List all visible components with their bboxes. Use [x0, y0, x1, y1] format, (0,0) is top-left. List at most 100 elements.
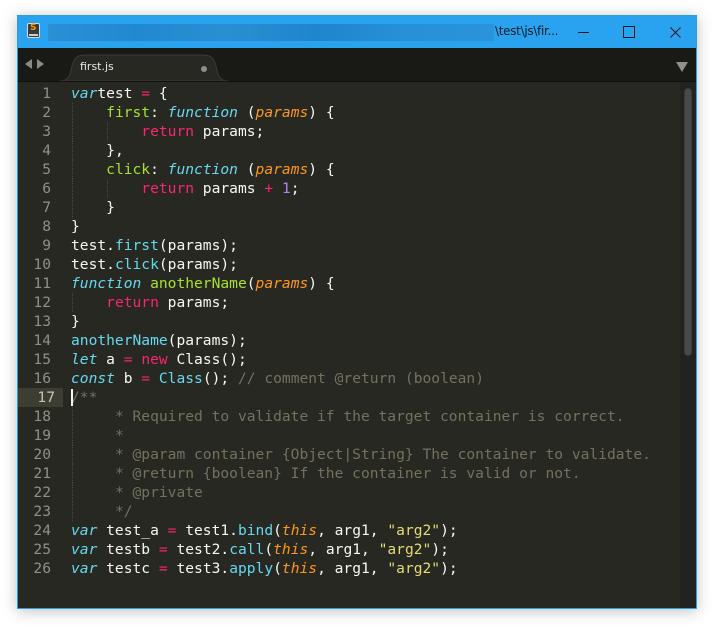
code-line[interactable]: first: function (params) {: [71, 103, 676, 122]
code-token: /**: [71, 389, 98, 406]
code-token: * @param container {Object|String} The c…: [114, 446, 651, 463]
code-token: :: [150, 161, 168, 178]
code-line[interactable]: * Required to validate if the target con…: [71, 407, 676, 426]
code-token: {: [150, 85, 168, 102]
tab-first-js[interactable]: first.js: [60, 54, 228, 81]
code-token: */: [114, 503, 133, 520]
line-number: 4: [42, 142, 51, 159]
code-line[interactable]: vartest = {: [71, 84, 676, 103]
code-line[interactable]: anotherName(params);: [71, 331, 676, 350]
code-token: function: [167, 161, 238, 178]
scrollbar-thumb[interactable]: [684, 88, 692, 356]
code-line[interactable]: *: [71, 426, 676, 445]
code-token: apply: [229, 560, 274, 577]
code-editor[interactable]: 1 2 3 4 5 6 7 8 9 10 11 12 13 14 15 16 17 18 19 20 21 22 23 24 2…: [18, 82, 696, 608]
code-token: Class: [158, 370, 203, 387]
code-token: }: [71, 218, 80, 235]
line-number: 24: [33, 522, 51, 539]
code-line[interactable]: return params;: [71, 122, 676, 141]
sublime-text-app-icon[interactable]: [27, 23, 40, 38]
line-number: 7: [42, 199, 51, 216]
code-token: this: [281, 522, 318, 539]
line-number: 18: [33, 408, 51, 425]
line-number: 20: [33, 446, 51, 463]
previous-tab-arrow-icon[interactable]: [25, 59, 32, 69]
code-token: test_a: [97, 522, 168, 539]
code-line[interactable]: return params;: [71, 293, 676, 312]
code-line[interactable]: var testb = test2.call(this, arg1, "arg2…: [71, 540, 676, 559]
line-number: 17: [18, 388, 63, 407]
line-number: 12: [33, 294, 51, 311]
code-line[interactable]: /**: [71, 388, 676, 407]
maximize-button[interactable]: [606, 16, 652, 48]
code-token: this: [273, 541, 309, 558]
code-token: const: [71, 370, 115, 387]
code-token: first: [114, 237, 159, 254]
code-line[interactable]: test.first(params);: [71, 236, 676, 255]
code-line[interactable]: * @private: [71, 483, 676, 502]
code-token: var: [71, 85, 98, 102]
indent-guide: [72, 502, 73, 521]
code-line[interactable]: * @return {boolean} If the container is …: [71, 464, 676, 483]
code-token: bind: [237, 522, 274, 539]
code-token: return: [106, 294, 159, 311]
code-token: 1: [281, 180, 291, 197]
code-token: b: [114, 370, 142, 387]
code-line[interactable]: var testc = test3.apply(this, arg1, "arg…: [71, 559, 676, 578]
minimize-button[interactable]: [560, 16, 606, 48]
code-line[interactable]: function anotherName(params) {: [71, 274, 676, 293]
indent-guide: [72, 483, 73, 502]
indent-guide: [107, 179, 109, 198]
close-button[interactable]: [652, 16, 698, 48]
code-line[interactable]: */: [71, 502, 676, 521]
code-line[interactable]: },: [71, 141, 676, 160]
code-line[interactable]: var test_a = test1.bind(this, arg1, "arg…: [71, 521, 676, 540]
code-token: (: [237, 161, 256, 178]
code-line[interactable]: test.click(params);: [71, 255, 676, 274]
code-line[interactable]: }: [71, 312, 676, 331]
indent-guide: [107, 122, 109, 141]
line-number: 15: [33, 351, 51, 368]
code-area[interactable]: vartest = { first: function (params) { r…: [71, 82, 676, 608]
code-token: test: [97, 85, 142, 102]
code-token: function: [71, 275, 142, 292]
code-token: (: [264, 541, 274, 558]
code-line[interactable]: return params + 1;: [71, 179, 676, 198]
code-token: first: [106, 104, 151, 121]
code-token: testb: [97, 541, 159, 558]
code-line[interactable]: }: [71, 198, 676, 217]
unsaved-dot-icon[interactable]: [201, 66, 207, 72]
code-token: "arg2": [387, 560, 441, 577]
minimize-icon: [577, 31, 589, 33]
code-token: (params);: [167, 332, 247, 349]
code-token: ) {: [308, 275, 335, 292]
code-line[interactable]: }: [71, 217, 676, 236]
tab-navigation: [25, 59, 44, 69]
code-token: (: [273, 560, 282, 577]
code-line[interactable]: * @param container {Object|String} The c…: [71, 445, 676, 464]
line-number: 3: [42, 123, 51, 140]
code-token: +: [264, 180, 274, 197]
next-tab-arrow-icon[interactable]: [37, 59, 44, 69]
code-token: =: [158, 541, 168, 558]
code-token: this: [281, 560, 318, 577]
code-token: ;: [290, 180, 300, 197]
vertical-scrollbar[interactable]: [680, 82, 696, 608]
code-line[interactable]: click: function (params) {: [71, 160, 676, 179]
code-line[interactable]: let a = new Class();: [71, 350, 676, 369]
code-token: (params);: [158, 256, 238, 273]
title-bar[interactable]: \test\js\fir...: [18, 16, 696, 48]
code-token: params: [194, 180, 265, 197]
code-line[interactable]: const b = Class(); // comment @return (b…: [71, 369, 676, 388]
tab-list-dropdown-icon[interactable]: [676, 62, 688, 72]
code-token: test2.: [167, 541, 230, 558]
